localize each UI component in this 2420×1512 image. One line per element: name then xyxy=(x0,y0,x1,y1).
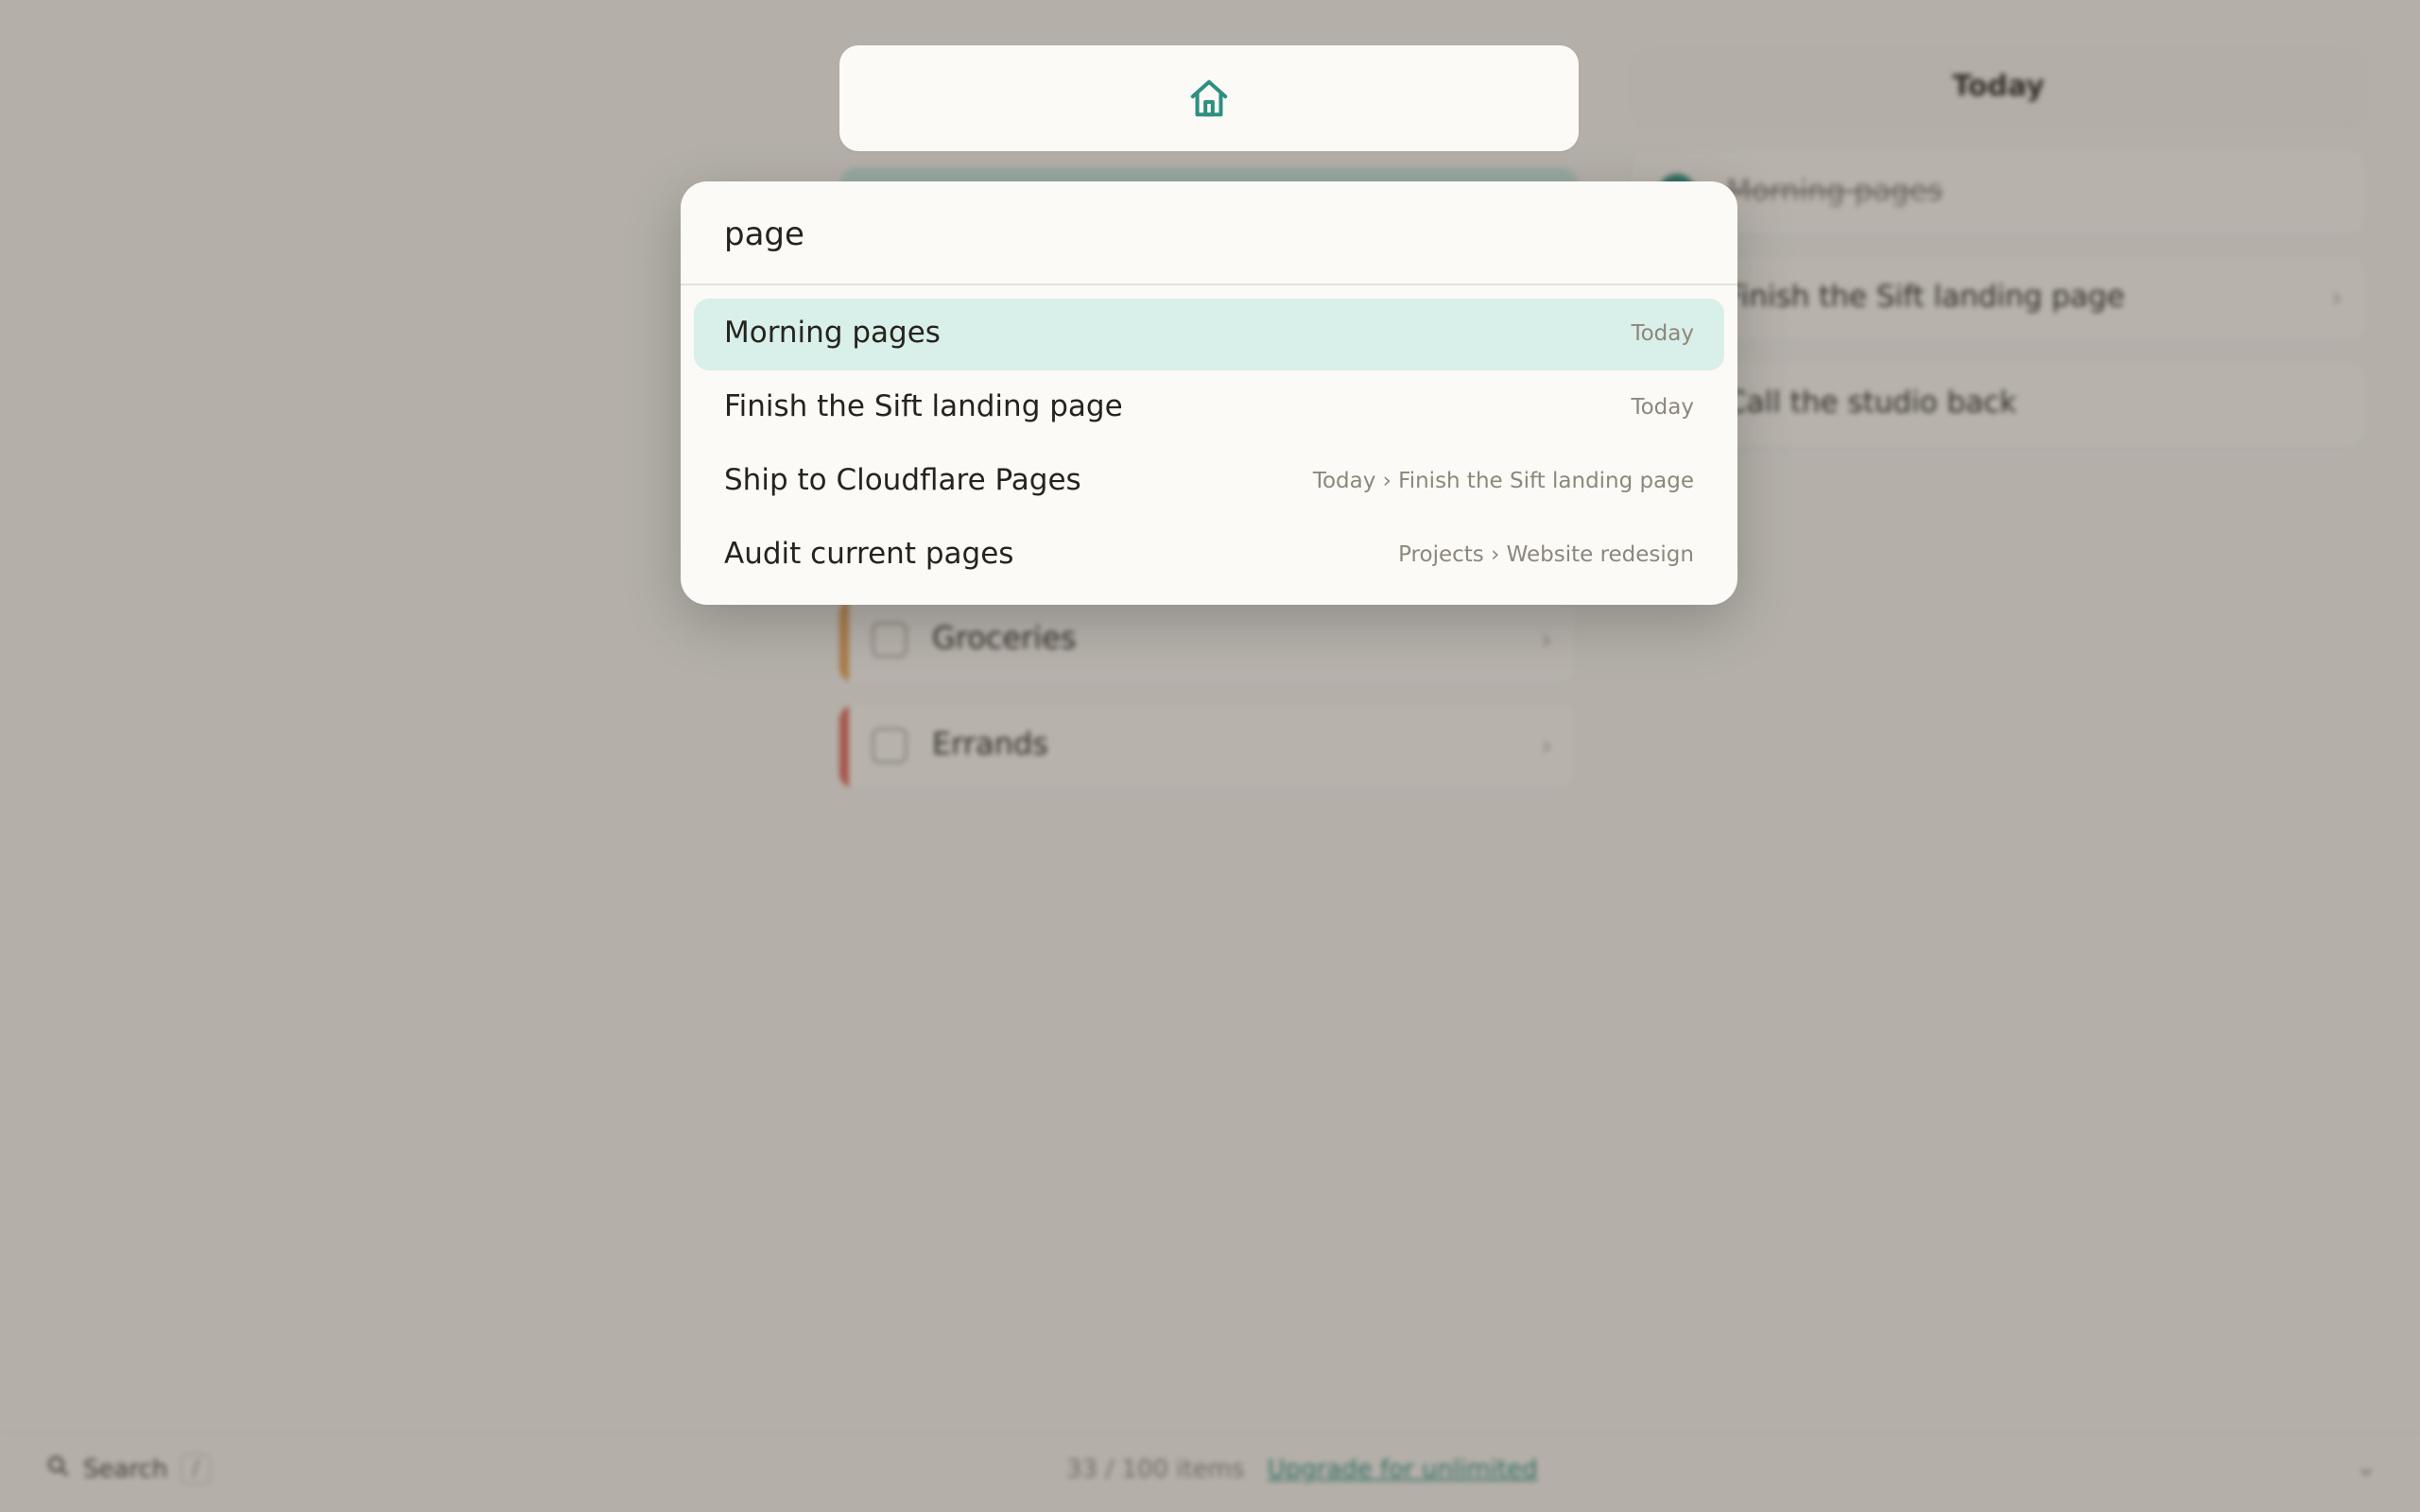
result-title: Finish the Sift landing page xyxy=(724,389,1123,423)
result-title: Morning pages xyxy=(724,316,941,350)
result-title: Audit current pages xyxy=(724,537,1014,571)
search-result[interactable]: Ship to Cloudflare Pages Today › Finish … xyxy=(694,446,1724,518)
result-path: Today xyxy=(1631,395,1694,420)
search-input[interactable] xyxy=(724,208,1669,261)
search-palette: Morning pages Today Finish the Sift land… xyxy=(681,181,1737,605)
search-result[interactable]: Morning pages Today xyxy=(694,299,1724,370)
result-path: Today xyxy=(1631,321,1694,346)
result-path: Projects › Website redesign xyxy=(1398,542,1694,567)
search-result[interactable]: Audit current pages Projects › Website r… xyxy=(694,520,1724,592)
home-icon xyxy=(1187,77,1231,120)
result-title: Ship to Cloudflare Pages xyxy=(724,463,1081,497)
home-button[interactable] xyxy=(839,45,1579,151)
search-input-row xyxy=(681,181,1737,285)
result-path: Today › Finish the Sift landing page xyxy=(1312,469,1694,493)
app-window: Groceries › Errands › Today Morning page… xyxy=(0,0,2420,1512)
search-result[interactable]: Finish the Sift landing page Today xyxy=(694,372,1724,444)
